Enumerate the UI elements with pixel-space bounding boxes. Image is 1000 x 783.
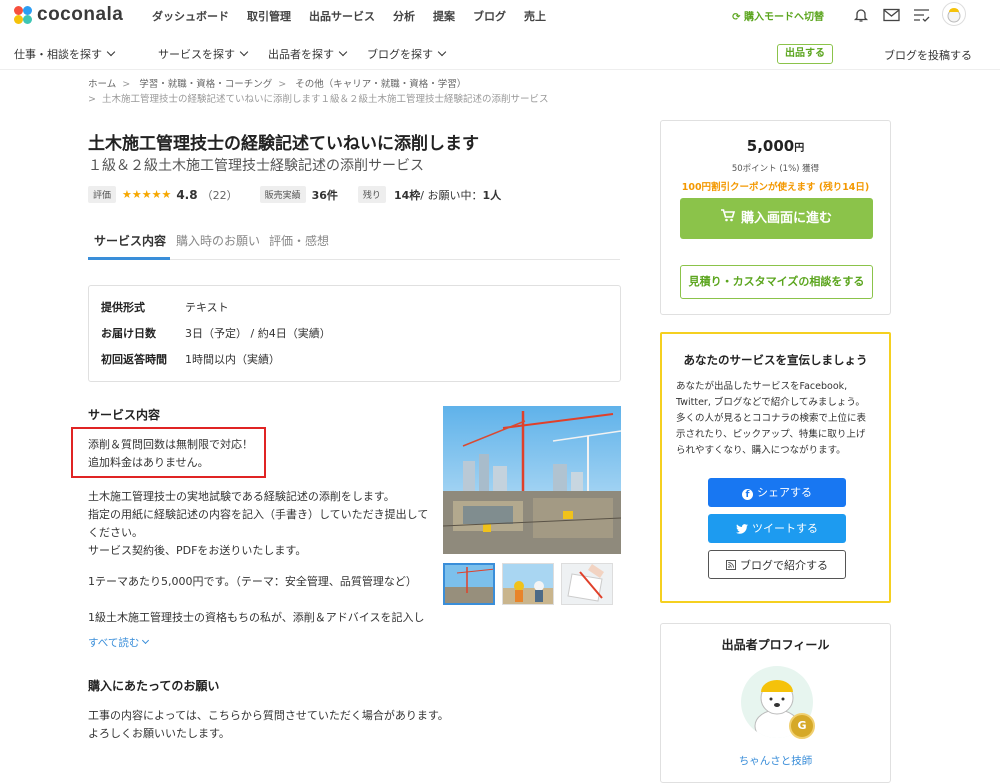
facebook-icon: f (742, 489, 753, 500)
purchase-box: 5,000円 50ポイント (1%) 獲得 100円割引クーポンが使えます (残… (660, 120, 891, 315)
nav-listed-services[interactable]: 出品サービス (309, 8, 375, 24)
breadcrumb: ホーム > 学習・就職・資格・コーチング > その他（キャリア・就職・資格・学習） … (88, 79, 549, 105)
nav-dashboard[interactable]: ダッシュボード (152, 8, 229, 24)
breadcrumb-home[interactable]: ホーム (88, 79, 116, 90)
spec-row: お届け日数 3日（予定） / 約4日（実績） (101, 327, 331, 340)
logo-text: coconala (37, 4, 124, 25)
review-count[interactable]: （22） (202, 187, 238, 203)
subnav-find-blogs[interactable]: ブログを探す (367, 46, 447, 62)
request-body: 工事の内容によっては、こちらから質問させていただく場合があります。 よろしくお願い… (88, 709, 449, 740)
content-body-cut: 1級土木施工管理技士の資格もちの私が、添削＆アドバイスを記入し (88, 611, 425, 624)
price-currency: 円 (794, 143, 805, 154)
post-blog-link[interactable]: ブログを投稿する (884, 47, 972, 63)
facebook-share-button[interactable]: f シェアする (708, 478, 846, 507)
star-rating-icon: ★★★★★ (122, 188, 172, 201)
seller-rank-badge-icon: G (789, 713, 815, 739)
rating-value: 4.8 (176, 187, 198, 202)
image-thumbnail[interactable] (443, 563, 495, 605)
subnav-find-services[interactable]: サービスを探す (158, 46, 249, 62)
read-more-link[interactable]: すべて読む (88, 635, 150, 650)
breadcrumb-category[interactable]: 学習・就職・資格・コーチング (139, 79, 272, 90)
spec-row: 初回返答時間 1時間以内（実績） (101, 353, 280, 366)
main-nav: ダッシュボード 取引管理 出品サービス 分析 提案 ブログ 売上 (152, 8, 564, 24)
seller-profile-box: 出品者プロフィール G ちゃんさと技師 (660, 623, 891, 783)
content-body: 土木施工管理技士の実地試験である経験記述の添削をします。 指定の用紙に経験記述の内… (88, 490, 429, 557)
header-actions: ⟳ 購入モードへ切替 ? (732, 6, 960, 24)
breadcrumb-subcategory[interactable]: その他（キャリア・就職・資格・学習） (295, 79, 466, 90)
buy-button[interactable]: 購入画面に進む (680, 198, 873, 239)
tab-service-content[interactable]: サービス内容 (94, 232, 166, 249)
remaining-label: 残り (357, 186, 386, 203)
breadcrumb-current: 土木施工管理技士の経験記述ていねいに添削します１級＆２級土木施工管理技士経験記述… (101, 94, 549, 105)
service-specs: 提供形式 テキスト お届け日数 3日（予定） / 約4日（実績） 初回返答時間 1時間… (88, 285, 621, 382)
top-header: coconala ダッシュボード 取引管理 出品サービス 分析 提案 ブログ 売… (0, 0, 1000, 30)
coconala-logo[interactable]: coconala (14, 4, 123, 26)
mode-switch-link[interactable]: ⟳ 購入モードへ切替 (732, 8, 824, 23)
sales-count: 36件 (311, 188, 338, 202)
blog-introduce-button[interactable]: ブログで紹介する (708, 550, 846, 579)
service-title: 土木施工管理技士の経験記述ていねいに添削します (88, 134, 479, 154)
promo-title: あなたのサービスを宣伝しましょう (683, 353, 868, 367)
chevron-down-icon (142, 636, 150, 645)
nav-proposals[interactable]: 提案 (433, 8, 455, 24)
image-thumbnail[interactable] (561, 563, 613, 605)
requests-count: 1人 (482, 188, 502, 202)
content-price-line: 1テーマあたり5,000円です。（テーマ：安全管理、品質管理など） (88, 575, 417, 588)
refresh-icon: ⟳ (732, 11, 744, 23)
image-thumbnail[interactable] (502, 563, 554, 605)
sell-button[interactable]: 出品する (777, 44, 833, 64)
highlight-text: 添削＆質問回数は無制限で対応！ 追加料金はありません。 (88, 438, 253, 469)
twitter-icon (736, 516, 748, 545)
profile-title: 出品者プロフィール (721, 638, 830, 652)
mail-icon[interactable] (882, 6, 900, 24)
price-value: 5,000 (746, 137, 795, 155)
chevron-down-icon (239, 47, 249, 57)
user-avatar[interactable] (942, 2, 966, 26)
subnav-find-work[interactable]: 仕事・相談を探す (14, 46, 116, 62)
active-tab-indicator (88, 257, 170, 260)
service-main-image[interactable] (443, 406, 621, 554)
tab-purchase-requests[interactable]: 購入時のお願い (176, 232, 260, 249)
service-tabs: サービス内容 購入時のお願い 評価・感想 (88, 226, 620, 260)
service-meta: 評価 ★★★★★ 4.8 （22） 販売実績 36件 残り 14枠 / お願い中… (88, 186, 501, 203)
rss-icon (726, 552, 736, 581)
nav-sales[interactable]: 売上 (524, 8, 546, 24)
request-heading: 購入にあたってのお願い (88, 679, 220, 693)
chevron-down-icon (437, 47, 447, 57)
consult-button[interactable]: 見積り・カスタマイズの相談をする (680, 265, 873, 299)
promotion-box: あなたのサービスを宣伝しましょう あなたが出品したサービスをFacebook, T… (660, 332, 891, 603)
cart-icon (720, 198, 736, 239)
coupon-text[interactable]: 100円割引クーポンが使えます (残り14日) (661, 179, 890, 193)
points-text: 50ポイント (1%) 獲得 (731, 164, 820, 174)
bell-icon[interactable] (852, 6, 870, 24)
chevron-down-icon (106, 47, 116, 57)
requests-label: / お願い中： (420, 188, 483, 202)
service-subtitle: １級＆２級土木施工管理技士経験記述の添削サービス (88, 158, 424, 174)
tab-reviews[interactable]: 評価・感想 (269, 232, 329, 249)
chevron-down-icon (338, 47, 348, 57)
spec-row: 提供形式 テキスト (101, 301, 229, 314)
content-heading: サービス内容 (88, 408, 161, 422)
nav-blog[interactable]: ブログ (473, 8, 506, 24)
subnav-find-sellers[interactable]: 出品者を探す (268, 46, 348, 62)
remaining-slots: 14枠 (393, 188, 421, 202)
checklist-icon[interactable] (912, 6, 930, 24)
nav-analytics[interactable]: 分析 (393, 8, 415, 24)
seller-name-link[interactable]: ちゃんさと技師 (661, 753, 890, 768)
logo-mark-icon (14, 6, 32, 24)
twitter-tweet-button[interactable]: ツイートする (708, 514, 846, 543)
nav-transactions[interactable]: 取引管理 (247, 8, 291, 24)
sub-navigation: 仕事・相談を探す サービスを探す 出品者を探す ブログを探す (0, 36, 1000, 70)
promo-body: あなたが出品したサービスをFacebook, Twitter, ブログなどで紹介し… (676, 381, 867, 456)
rating-label: 評価 (88, 186, 117, 203)
sales-label: 販売実績 (259, 186, 306, 203)
